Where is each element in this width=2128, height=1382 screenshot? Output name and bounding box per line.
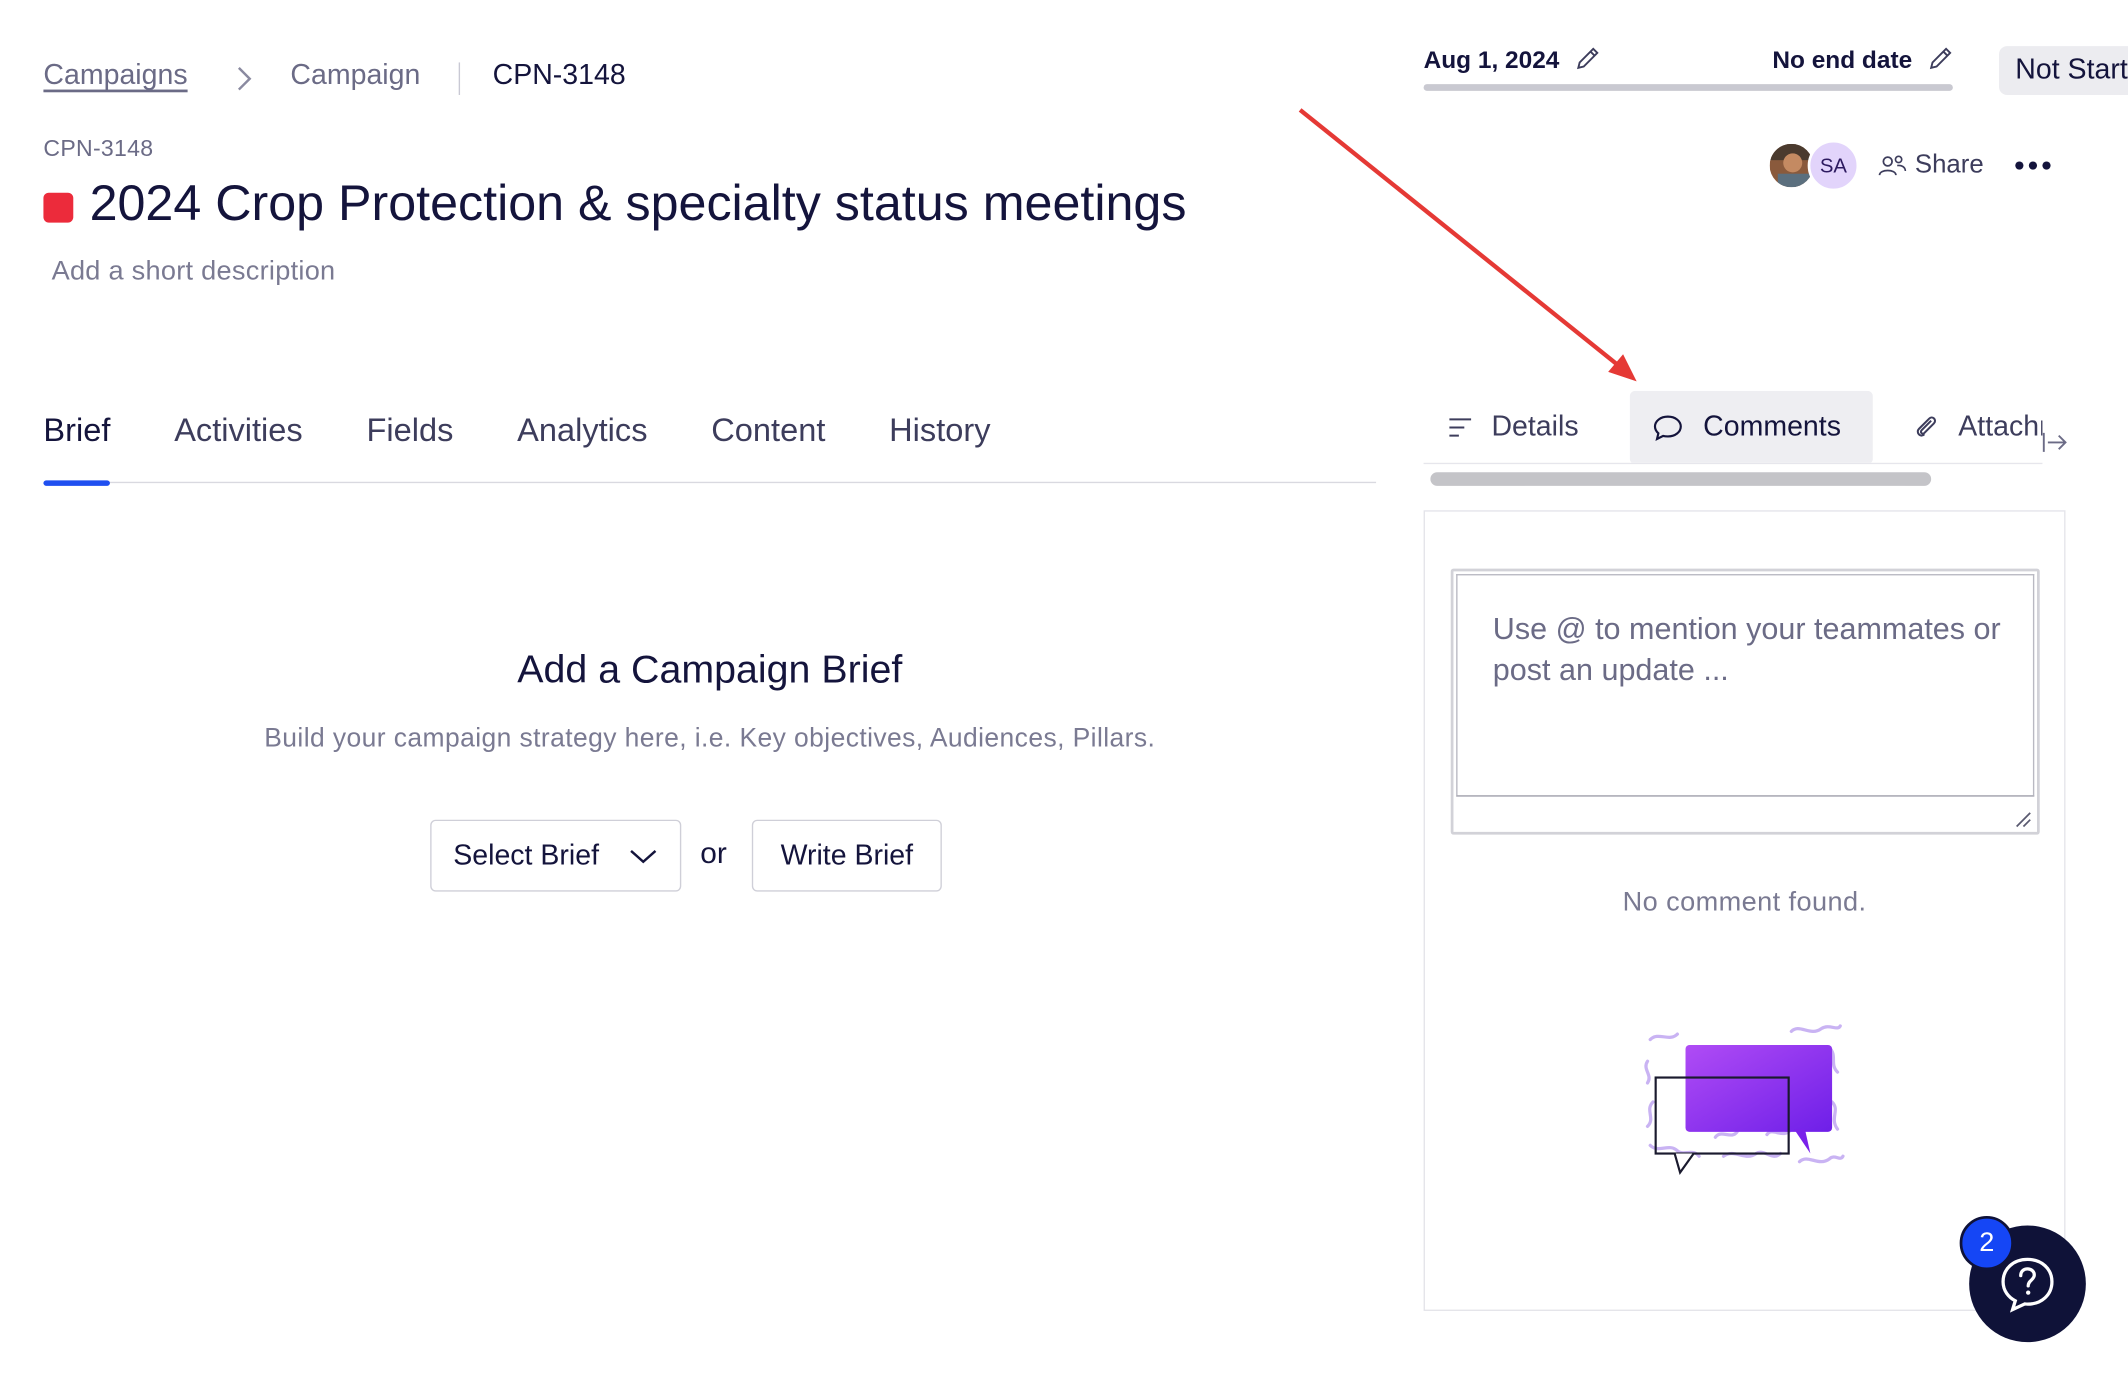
side-tab-comments[interactable]: Comments bbox=[1629, 390, 1873, 463]
pencil-icon[interactable] bbox=[1574, 45, 1601, 72]
tab-fields[interactable]: Fields bbox=[366, 391, 453, 483]
side-panel-tabs: Details Comments Attachments bbox=[1423, 390, 2043, 465]
tab-analytics[interactable]: Analytics bbox=[517, 391, 647, 483]
chevron-right-icon bbox=[237, 66, 252, 91]
brief-empty-title: Add a Campaign Brief bbox=[517, 648, 903, 693]
or-separator: or bbox=[700, 835, 727, 870]
date-range-bar bbox=[1423, 84, 1953, 91]
tab-activities[interactable]: Activities bbox=[174, 391, 303, 483]
comment-editor[interactable]: Use @ to mention your teammates or post … bbox=[1456, 574, 2035, 797]
empty-comments-message: No comment found. bbox=[1622, 887, 1867, 918]
status-badge[interactable]: Not Started bbox=[1999, 46, 2128, 95]
end-date[interactable]: No end date bbox=[1772, 46, 1912, 74]
more-options-icon[interactable] bbox=[2014, 152, 2055, 179]
breadcrumb-campaigns-link[interactable]: Campaigns bbox=[43, 60, 187, 93]
tab-brief[interactable]: Brief bbox=[43, 391, 111, 486]
comment-placeholder: Use @ to mention your teammates or post … bbox=[1492, 612, 2001, 687]
avatar[interactable] bbox=[1769, 143, 1814, 188]
side-tab-details[interactable]: Details bbox=[1448, 391, 1579, 463]
campaign-id: CPN-3148 bbox=[43, 135, 154, 162]
select-brief-label: Select Brief bbox=[453, 839, 600, 871]
breadcrumb-current: CPN-3148 bbox=[492, 59, 626, 91]
campaign-color-swatch[interactable] bbox=[43, 192, 74, 223]
share-button[interactable]: Share bbox=[1915, 151, 1984, 181]
chat-illustration-icon bbox=[1644, 1024, 1845, 1175]
pencil-icon[interactable] bbox=[1927, 45, 1954, 72]
side-tab-label: Comments bbox=[1703, 411, 1841, 443]
collapse-panel-icon[interactable] bbox=[2041, 429, 2068, 456]
chevron-down-icon bbox=[630, 849, 657, 863]
tabs-scrollbar[interactable] bbox=[1430, 472, 1932, 486]
brief-empty-subtitle: Build your campaign strategy here, i.e. … bbox=[264, 723, 1156, 754]
resize-handle-icon[interactable] bbox=[2013, 809, 2032, 828]
campaign-page: Campaigns Campaign CPN-3148 CPN-3148 202… bbox=[0, 0, 2128, 1382]
help-question-icon bbox=[2001, 1257, 2054, 1313]
paperclip-icon bbox=[1916, 416, 1937, 437]
breadcrumb-campaign-link[interactable]: Campaign bbox=[290, 60, 420, 93]
description-placeholder[interactable]: Add a short description bbox=[52, 256, 336, 287]
notification-badge: 2 bbox=[1959, 1215, 2014, 1271]
side-tab-label: Attachments bbox=[1958, 411, 2042, 443]
avatar-photo-icon bbox=[1769, 143, 1814, 188]
tab-history[interactable]: History bbox=[889, 391, 990, 483]
side-tab-attachments[interactable]: Attachments bbox=[1912, 391, 2042, 463]
list-icon bbox=[1449, 418, 1472, 437]
tab-content[interactable]: Content bbox=[711, 391, 825, 483]
page-title[interactable]: 2024 Crop Protection & specialty status … bbox=[90, 175, 1187, 232]
select-brief-dropdown[interactable]: Select Brief bbox=[430, 819, 682, 892]
side-tab-label: Details bbox=[1491, 411, 1579, 443]
breadcrumb-divider bbox=[458, 62, 461, 95]
users-icon[interactable] bbox=[1877, 152, 1907, 179]
write-brief-button[interactable]: Write Brief bbox=[751, 819, 942, 892]
avatar-initials[interactable]: SA bbox=[1807, 139, 1860, 192]
start-date[interactable]: Aug 1, 2024 bbox=[1424, 46, 1560, 74]
main-tabs: Brief Activities Fields Analytics Conten… bbox=[43, 391, 1377, 486]
chat-bubble-icon bbox=[1653, 415, 1682, 442]
comment-input[interactable]: Use @ to mention your teammates or post … bbox=[1450, 568, 2040, 835]
